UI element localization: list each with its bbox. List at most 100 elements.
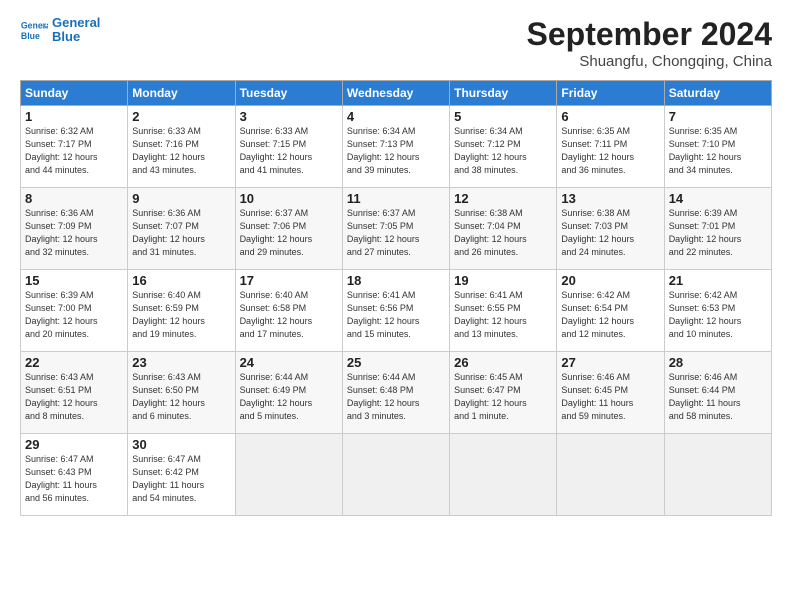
calendar-cell: 21Sunrise: 6:42 AM Sunset: 6:53 PM Dayli… (664, 270, 771, 352)
calendar-cell: 2Sunrise: 6:33 AM Sunset: 7:16 PM Daylig… (128, 106, 235, 188)
calendar-cell: 18Sunrise: 6:41 AM Sunset: 6:56 PM Dayli… (342, 270, 449, 352)
calendar-cell: 23Sunrise: 6:43 AM Sunset: 6:50 PM Dayli… (128, 352, 235, 434)
day-info: Sunrise: 6:43 AM Sunset: 6:51 PM Dayligh… (25, 371, 123, 423)
week-row-0: 1Sunrise: 6:32 AM Sunset: 7:17 PM Daylig… (21, 106, 772, 188)
day-info: Sunrise: 6:42 AM Sunset: 6:53 PM Dayligh… (669, 289, 767, 341)
calendar-cell: 29Sunrise: 6:47 AM Sunset: 6:43 PM Dayli… (21, 434, 128, 516)
day-info: Sunrise: 6:35 AM Sunset: 7:10 PM Dayligh… (669, 125, 767, 177)
day-info: Sunrise: 6:43 AM Sunset: 6:50 PM Dayligh… (132, 371, 230, 423)
day-number: 28 (669, 355, 767, 370)
calendar-cell: 10Sunrise: 6:37 AM Sunset: 7:06 PM Dayli… (235, 188, 342, 270)
day-info: Sunrise: 6:47 AM Sunset: 6:43 PM Dayligh… (25, 453, 123, 505)
calendar-cell: 26Sunrise: 6:45 AM Sunset: 6:47 PM Dayli… (450, 352, 557, 434)
day-info: Sunrise: 6:41 AM Sunset: 6:55 PM Dayligh… (454, 289, 552, 341)
day-number: 20 (561, 273, 659, 288)
day-number: 21 (669, 273, 767, 288)
day-number: 22 (25, 355, 123, 370)
calendar-cell: 27Sunrise: 6:46 AM Sunset: 6:45 PM Dayli… (557, 352, 664, 434)
day-info: Sunrise: 6:36 AM Sunset: 7:09 PM Dayligh… (25, 207, 123, 259)
day-info: Sunrise: 6:42 AM Sunset: 6:54 PM Dayligh… (561, 289, 659, 341)
col-header-monday: Monday (128, 81, 235, 106)
calendar-cell: 4Sunrise: 6:34 AM Sunset: 7:13 PM Daylig… (342, 106, 449, 188)
title-block: September 2024 Shuangfu, Chongqing, Chin… (527, 16, 772, 70)
day-number: 29 (25, 437, 123, 452)
day-number: 5 (454, 109, 552, 124)
day-info: Sunrise: 6:40 AM Sunset: 6:58 PM Dayligh… (240, 289, 338, 341)
calendar-cell (235, 434, 342, 516)
day-info: Sunrise: 6:33 AM Sunset: 7:15 PM Dayligh… (240, 125, 338, 177)
col-header-sunday: Sunday (21, 81, 128, 106)
calendar-cell: 5Sunrise: 6:34 AM Sunset: 7:12 PM Daylig… (450, 106, 557, 188)
col-header-wednesday: Wednesday (342, 81, 449, 106)
calendar-cell: 16Sunrise: 6:40 AM Sunset: 6:59 PM Dayli… (128, 270, 235, 352)
col-header-saturday: Saturday (664, 81, 771, 106)
calendar-cell: 7Sunrise: 6:35 AM Sunset: 7:10 PM Daylig… (664, 106, 771, 188)
day-number: 3 (240, 109, 338, 124)
col-header-thursday: Thursday (450, 81, 557, 106)
logo: General Blue General Blue (20, 16, 100, 45)
week-row-3: 22Sunrise: 6:43 AM Sunset: 6:51 PM Dayli… (21, 352, 772, 434)
header: General Blue General Blue September 2024… (20, 16, 772, 70)
calendar-cell: 12Sunrise: 6:38 AM Sunset: 7:04 PM Dayli… (450, 188, 557, 270)
calendar-cell: 3Sunrise: 6:33 AM Sunset: 7:15 PM Daylig… (235, 106, 342, 188)
header-row: SundayMondayTuesdayWednesdayThursdayFrid… (21, 81, 772, 106)
calendar-cell: 28Sunrise: 6:46 AM Sunset: 6:44 PM Dayli… (664, 352, 771, 434)
day-info: Sunrise: 6:44 AM Sunset: 6:48 PM Dayligh… (347, 371, 445, 423)
day-info: Sunrise: 6:46 AM Sunset: 6:45 PM Dayligh… (561, 371, 659, 423)
day-info: Sunrise: 6:41 AM Sunset: 6:56 PM Dayligh… (347, 289, 445, 341)
page-container: General Blue General Blue September 2024… (0, 0, 792, 526)
calendar-cell: 19Sunrise: 6:41 AM Sunset: 6:55 PM Dayli… (450, 270, 557, 352)
calendar-cell: 6Sunrise: 6:35 AM Sunset: 7:11 PM Daylig… (557, 106, 664, 188)
day-number: 10 (240, 191, 338, 206)
week-row-1: 8Sunrise: 6:36 AM Sunset: 7:09 PM Daylig… (21, 188, 772, 270)
day-number: 9 (132, 191, 230, 206)
logo-text-blue: Blue (52, 30, 100, 44)
day-info: Sunrise: 6:36 AM Sunset: 7:07 PM Dayligh… (132, 207, 230, 259)
day-info: Sunrise: 6:34 AM Sunset: 7:12 PM Dayligh… (454, 125, 552, 177)
col-header-friday: Friday (557, 81, 664, 106)
calendar-cell: 17Sunrise: 6:40 AM Sunset: 6:58 PM Dayli… (235, 270, 342, 352)
day-number: 30 (132, 437, 230, 452)
calendar-table: SundayMondayTuesdayWednesdayThursdayFrid… (20, 80, 772, 516)
week-row-2: 15Sunrise: 6:39 AM Sunset: 7:00 PM Dayli… (21, 270, 772, 352)
calendar-cell (450, 434, 557, 516)
day-info: Sunrise: 6:38 AM Sunset: 7:03 PM Dayligh… (561, 207, 659, 259)
month-title: September 2024 (527, 16, 772, 53)
calendar-cell (557, 434, 664, 516)
calendar-cell: 8Sunrise: 6:36 AM Sunset: 7:09 PM Daylig… (21, 188, 128, 270)
logo-text-general: General (52, 16, 100, 30)
day-info: Sunrise: 6:32 AM Sunset: 7:17 PM Dayligh… (25, 125, 123, 177)
day-info: Sunrise: 6:35 AM Sunset: 7:11 PM Dayligh… (561, 125, 659, 177)
day-number: 13 (561, 191, 659, 206)
day-info: Sunrise: 6:34 AM Sunset: 7:13 PM Dayligh… (347, 125, 445, 177)
calendar-cell: 15Sunrise: 6:39 AM Sunset: 7:00 PM Dayli… (21, 270, 128, 352)
calendar-cell: 30Sunrise: 6:47 AM Sunset: 6:42 PM Dayli… (128, 434, 235, 516)
calendar-cell: 20Sunrise: 6:42 AM Sunset: 6:54 PM Dayli… (557, 270, 664, 352)
day-number: 1 (25, 109, 123, 124)
col-header-tuesday: Tuesday (235, 81, 342, 106)
day-number: 17 (240, 273, 338, 288)
day-number: 24 (240, 355, 338, 370)
calendar-cell: 13Sunrise: 6:38 AM Sunset: 7:03 PM Dayli… (557, 188, 664, 270)
day-info: Sunrise: 6:46 AM Sunset: 6:44 PM Dayligh… (669, 371, 767, 423)
day-number: 25 (347, 355, 445, 370)
calendar-cell: 9Sunrise: 6:36 AM Sunset: 7:07 PM Daylig… (128, 188, 235, 270)
logo-icon: General Blue (20, 16, 48, 44)
day-number: 6 (561, 109, 659, 124)
svg-text:Blue: Blue (21, 31, 40, 41)
day-number: 4 (347, 109, 445, 124)
calendar-cell: 24Sunrise: 6:44 AM Sunset: 6:49 PM Dayli… (235, 352, 342, 434)
calendar-cell: 22Sunrise: 6:43 AM Sunset: 6:51 PM Dayli… (21, 352, 128, 434)
day-number: 8 (25, 191, 123, 206)
day-info: Sunrise: 6:37 AM Sunset: 7:06 PM Dayligh… (240, 207, 338, 259)
day-number: 14 (669, 191, 767, 206)
day-info: Sunrise: 6:39 AM Sunset: 7:00 PM Dayligh… (25, 289, 123, 341)
day-info: Sunrise: 6:47 AM Sunset: 6:42 PM Dayligh… (132, 453, 230, 505)
day-info: Sunrise: 6:45 AM Sunset: 6:47 PM Dayligh… (454, 371, 552, 423)
calendar-cell: 14Sunrise: 6:39 AM Sunset: 7:01 PM Dayli… (664, 188, 771, 270)
week-row-4: 29Sunrise: 6:47 AM Sunset: 6:43 PM Dayli… (21, 434, 772, 516)
day-info: Sunrise: 6:37 AM Sunset: 7:05 PM Dayligh… (347, 207, 445, 259)
day-info: Sunrise: 6:39 AM Sunset: 7:01 PM Dayligh… (669, 207, 767, 259)
day-info: Sunrise: 6:38 AM Sunset: 7:04 PM Dayligh… (454, 207, 552, 259)
day-number: 15 (25, 273, 123, 288)
